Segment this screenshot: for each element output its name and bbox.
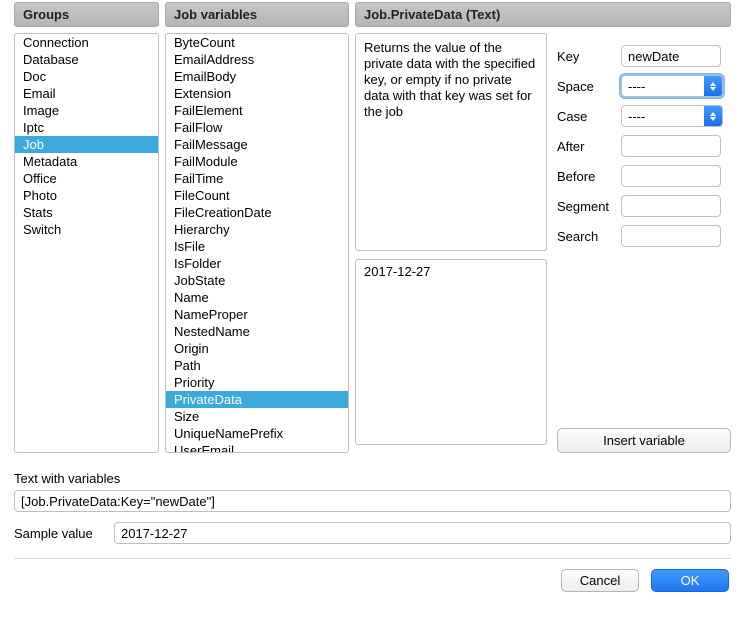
divider [14,558,731,559]
sample-value-input[interactable] [114,522,731,544]
list-item[interactable]: Iptc [15,119,158,136]
list-item[interactable]: Photo [15,187,158,204]
list-item[interactable]: Job [15,136,158,153]
search-input[interactable] [621,225,721,247]
list-item[interactable]: JobState [166,272,348,289]
param-label-space: Space [557,79,615,94]
list-item[interactable]: Email [15,85,158,102]
list-item[interactable]: IsFile [166,238,348,255]
text-with-variables-label: Text with variables [14,471,731,486]
param-label-case: Case [557,109,615,124]
list-item[interactable]: FailModule [166,153,348,170]
list-item[interactable]: Stats [15,204,158,221]
list-item[interactable]: FileCreationDate [166,204,348,221]
param-label-search: Search [557,229,615,244]
list-item[interactable]: UniqueNamePrefix [166,425,348,442]
param-label-key: Key [557,49,615,64]
list-item[interactable]: EmailBody [166,68,348,85]
list-item[interactable]: NestedName [166,323,348,340]
before-input[interactable] [621,165,721,187]
list-item[interactable]: Path [166,357,348,374]
param-label-segment: Segment [557,199,615,214]
list-item[interactable]: FailMessage [166,136,348,153]
param-label-after: After [557,139,615,154]
insert-variable-button[interactable]: Insert variable [557,428,731,453]
list-item[interactable]: Doc [15,68,158,85]
groups-panel: Groups ConnectionDatabaseDocEmailImageIp… [14,2,159,453]
chevron-updown-icon [704,106,722,126]
list-item[interactable]: ByteCount [166,34,348,51]
list-item[interactable]: FailTime [166,170,348,187]
list-item[interactable]: Image [15,102,158,119]
case-select[interactable]: ---- [621,105,723,127]
segment-input[interactable] [621,195,721,217]
list-item[interactable]: EmailAddress [166,51,348,68]
list-item[interactable]: Connection [15,34,158,51]
param-label-before: Before [557,169,615,184]
list-item[interactable]: Database [15,51,158,68]
variables-listbox[interactable]: ByteCountEmailAddressEmailBodyExtensionF… [165,33,349,453]
list-item[interactable]: PrivateData [166,391,348,408]
list-item[interactable]: NameProper [166,306,348,323]
ok-button[interactable]: OK [651,569,729,592]
list-item[interactable]: FileCount [166,187,348,204]
variables-header: Job variables [165,2,349,27]
text-with-variables-input[interactable] [14,490,731,512]
after-input[interactable] [621,135,721,157]
key-input[interactable] [621,45,721,67]
list-item[interactable]: Priority [166,374,348,391]
list-item[interactable]: FailElement [166,102,348,119]
groups-listbox[interactable]: ConnectionDatabaseDocEmailImageIptcJobMe… [14,33,159,453]
list-item[interactable]: Origin [166,340,348,357]
list-item[interactable]: Name [166,289,348,306]
detail-header: Job.PrivateData (Text) [355,2,731,27]
description-box: Returns the value of the private data wi… [355,33,547,251]
list-item[interactable]: Metadata [15,153,158,170]
sample-value-label: Sample value [14,526,104,541]
cancel-button[interactable]: Cancel [561,569,639,592]
variables-panel: Job variables ByteCountEmailAddressEmail… [165,2,349,453]
list-item[interactable]: Switch [15,221,158,238]
detail-panel: Job.PrivateData (Text) Returns the value… [355,2,731,453]
current-value-box: 2017-12-27 [355,259,547,445]
groups-header: Groups [14,2,159,27]
list-item[interactable]: FailFlow [166,119,348,136]
list-item[interactable]: Extension [166,85,348,102]
list-item[interactable]: Office [15,170,158,187]
chevron-updown-icon [704,76,722,96]
list-item[interactable]: Hierarchy [166,221,348,238]
list-item[interactable]: UserEmail [166,442,348,453]
list-item[interactable]: Size [166,408,348,425]
space-select[interactable]: ---- [621,75,723,97]
list-item[interactable]: IsFolder [166,255,348,272]
